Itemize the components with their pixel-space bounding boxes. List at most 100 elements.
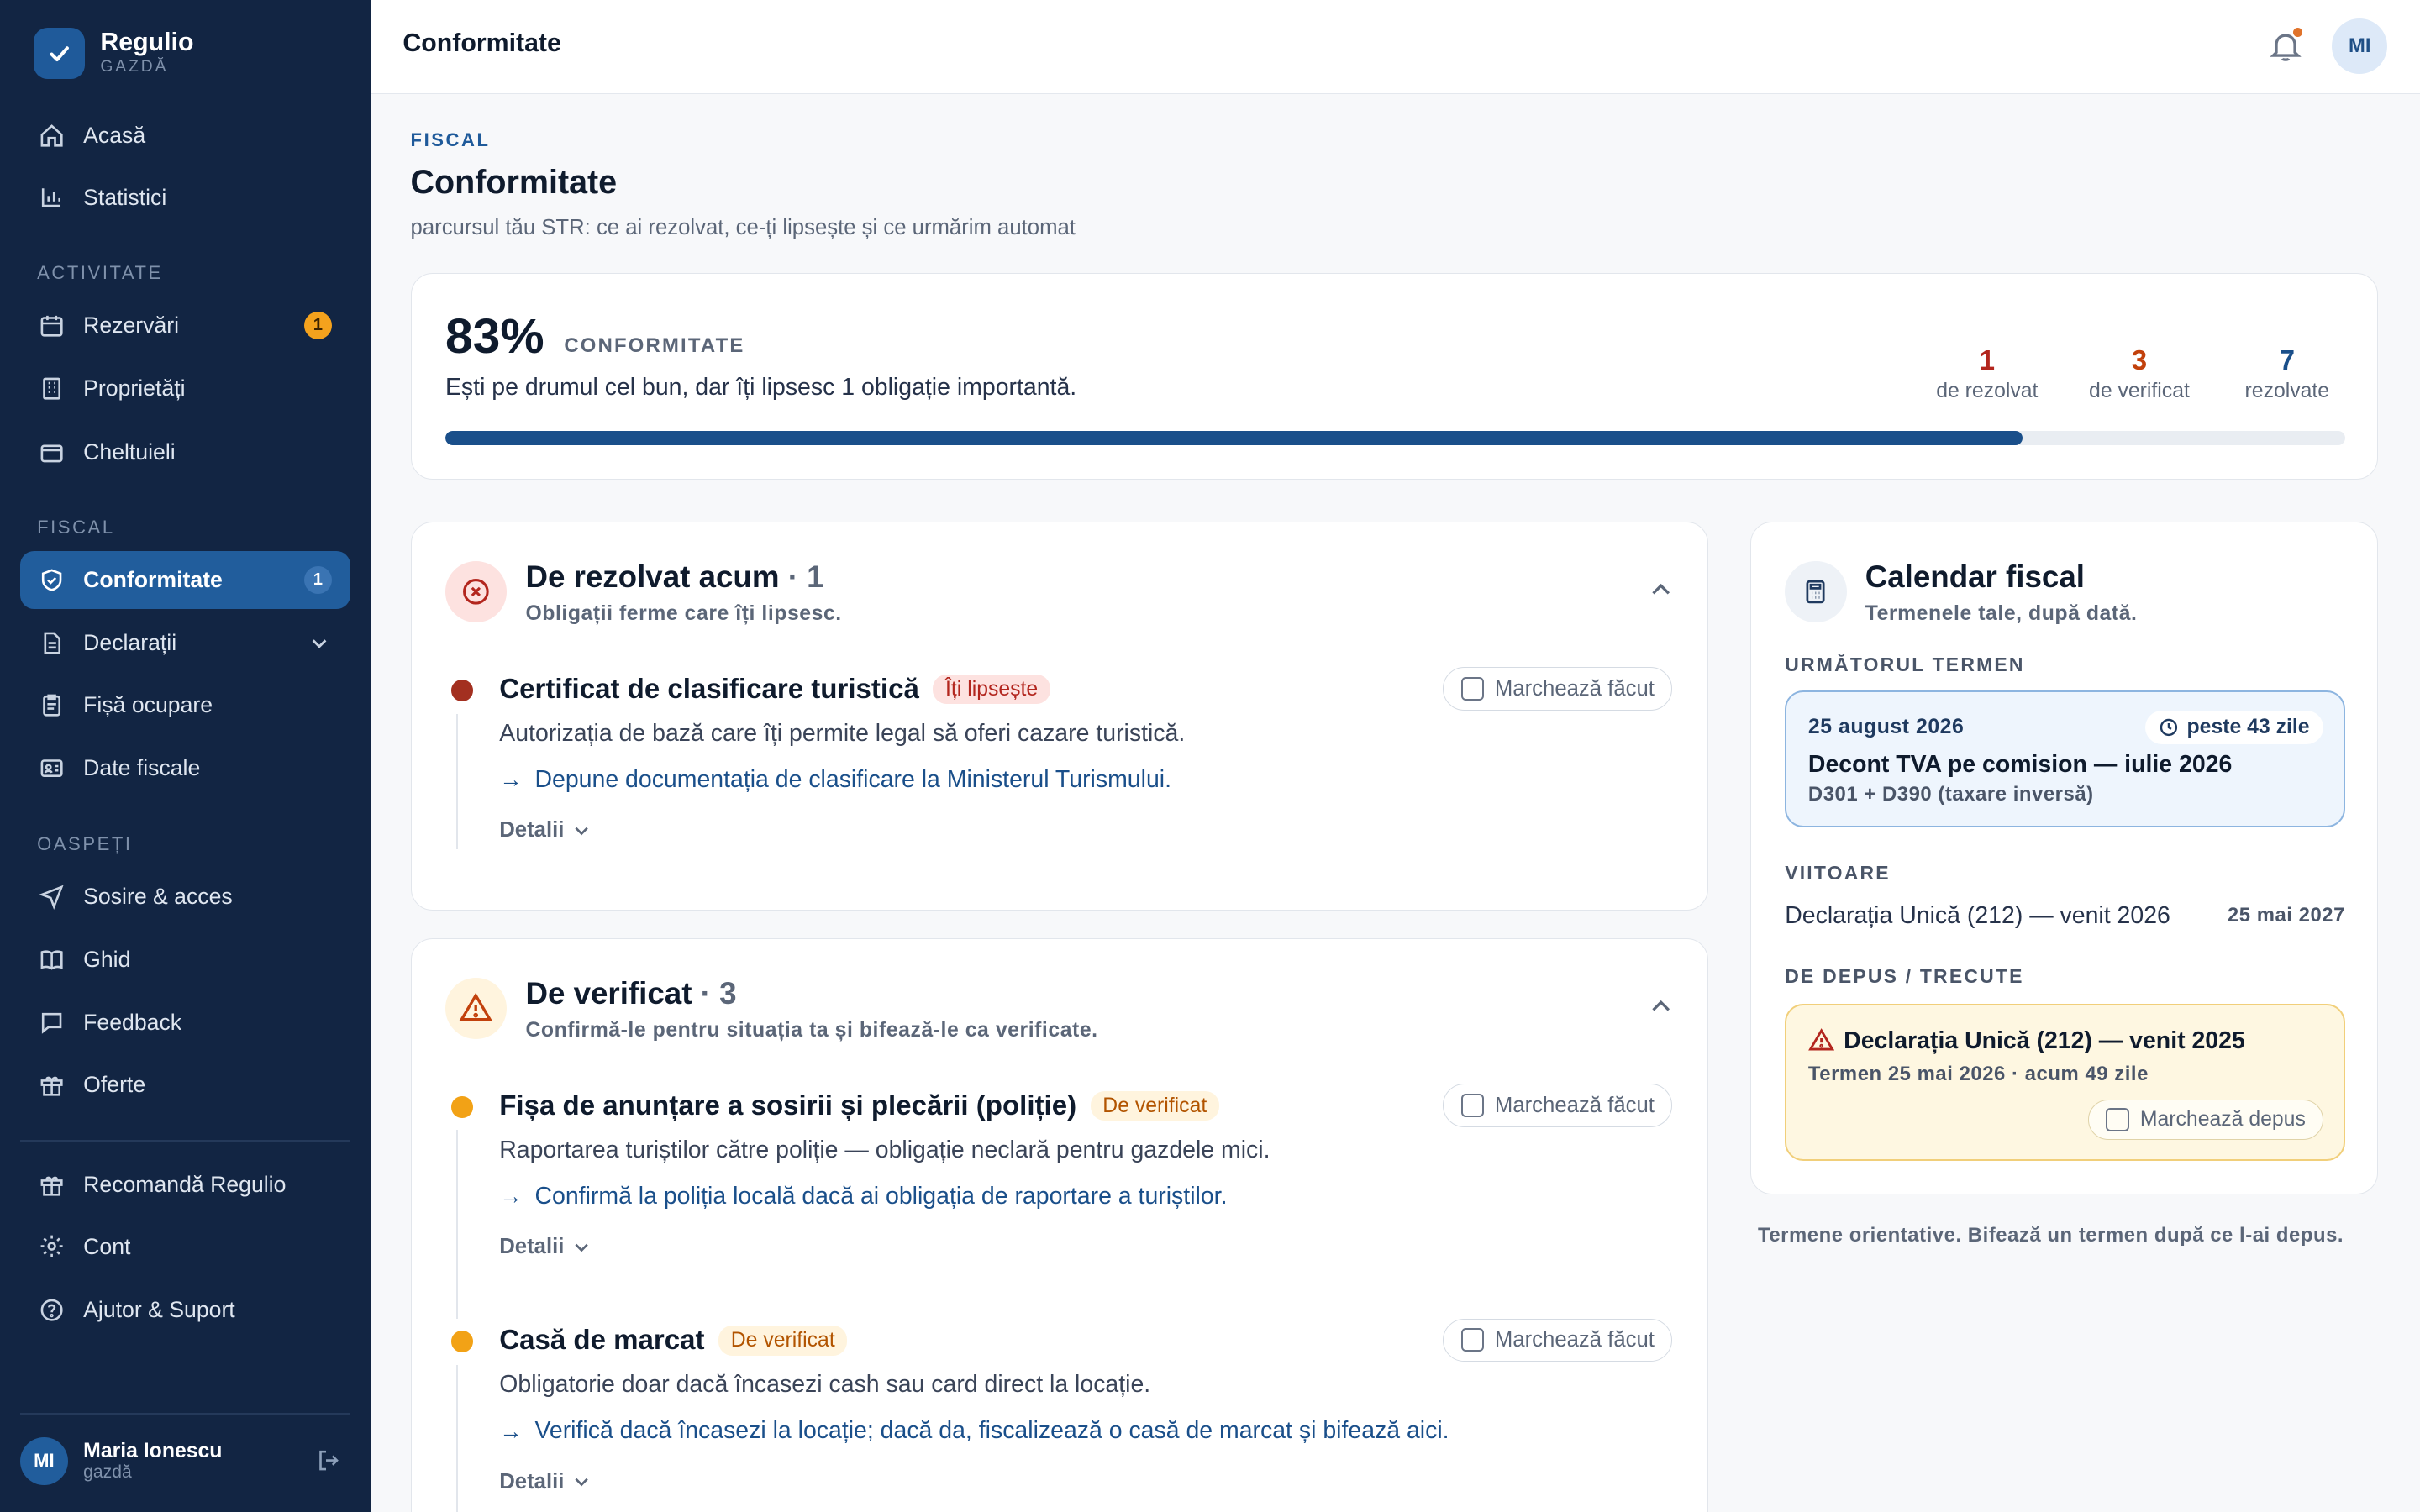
chart-icon bbox=[39, 184, 65, 210]
sidebar-item-label: Feedback bbox=[83, 1010, 182, 1036]
item-description: Obligatorie doar dacă încasezi cash sau … bbox=[499, 1370, 1151, 1398]
status-badge: De verificat bbox=[718, 1326, 848, 1356]
sidebar-item-label: Statistici bbox=[83, 184, 167, 210]
chevron-up-icon[interactable] bbox=[1649, 995, 1673, 1026]
next-deadline-card[interactable]: 25 august 2026 peste 43 zile Decont TVA … bbox=[1785, 690, 2345, 828]
brand[interactable]: Regulio GAZDĂ bbox=[34, 28, 193, 79]
brand-name: Regulio bbox=[100, 28, 194, 56]
score-message: Ești pe drumul cel bun, dar îți lipsesc … bbox=[445, 374, 1077, 402]
stat-to-verify: 3 de verificat bbox=[2089, 345, 2190, 404]
sidebar-item-fisa-ocupare[interactable]: Fișă ocupare bbox=[20, 675, 350, 734]
group-title: De verificat · 3 bbox=[525, 976, 736, 1011]
details-toggle[interactable]: Detalii bbox=[499, 1470, 590, 1494]
arrow-right-icon: → bbox=[499, 1183, 523, 1210]
item-action-link[interactable]: → Depune documentația de clasificare la … bbox=[499, 766, 1171, 794]
sidebar-item-label: Cont bbox=[83, 1233, 131, 1259]
item-title-text: Certificat de clasificare turistică bbox=[499, 673, 919, 705]
shield-icon bbox=[39, 567, 65, 593]
checkbox[interactable] bbox=[1460, 1094, 1485, 1117]
status-dot bbox=[451, 1096, 473, 1118]
topbar: Conformitate MI bbox=[370, 0, 2420, 95]
item-action-link[interactable]: → Confirmă la poliția locală dacă ai obl… bbox=[499, 1183, 1227, 1210]
sidebar-divider bbox=[19, 1140, 350, 1142]
item-title: Casă de marcat De verificat bbox=[499, 1325, 848, 1357]
sidebar-item-label: Ghid bbox=[83, 946, 131, 972]
chevron-up-icon[interactable] bbox=[1649, 578, 1673, 609]
sidebar-item-ghid[interactable]: Ghid bbox=[20, 931, 350, 990]
sidebar-item-label: Cheltuieli bbox=[83, 438, 176, 465]
sidebar-item-sosire-acces[interactable]: Sosire & acces bbox=[20, 867, 350, 926]
status-badge: De verificat bbox=[1090, 1091, 1219, 1121]
id-card-icon bbox=[39, 755, 65, 781]
item-description: Raportarea turiștilor către poliție — ob… bbox=[499, 1136, 1270, 1163]
brand-logo-icon bbox=[34, 28, 86, 79]
avatar[interactable]: MI bbox=[2332, 18, 2388, 75]
send-icon bbox=[39, 884, 65, 910]
item-action-text: Verifică dacă încasezi la locație; dacă … bbox=[534, 1417, 1449, 1445]
document-icon bbox=[39, 630, 65, 656]
details-toggle[interactable]: Detalii bbox=[499, 1235, 590, 1259]
topbar-title: Conformitate bbox=[402, 29, 561, 57]
mark-filed-button[interactable]: Marchează depus bbox=[2088, 1099, 2324, 1140]
warning-icon bbox=[1808, 1028, 1835, 1051]
wallet-icon bbox=[39, 439, 65, 465]
checkbox[interactable] bbox=[1460, 1328, 1485, 1352]
page-title: Conformitate bbox=[410, 163, 618, 201]
deadline-subtitle: D301 + D390 (taxare inversă) bbox=[1807, 783, 2094, 806]
future-label: VIITOARE bbox=[1785, 861, 1891, 884]
list-item: Certificat de clasificare turistică Îți … bbox=[445, 667, 1673, 868]
mark-done-button[interactable]: Marchează făcut bbox=[1443, 667, 1673, 711]
countdown-text: peste 43 zile bbox=[2186, 716, 2310, 739]
sidebar-item-statistici[interactable]: Statistici bbox=[20, 168, 350, 227]
stat-to-resolve: 1 de rezolvat bbox=[1936, 345, 2038, 404]
countdown-badge: peste 43 zile bbox=[2144, 711, 2324, 745]
sidebar-item-recomanda[interactable]: Recomandă Regulio bbox=[20, 1156, 350, 1215]
mark-done-button[interactable]: Marchează făcut bbox=[1443, 1084, 1673, 1127]
gift-icon bbox=[39, 1072, 65, 1098]
sidebar-item-ajutor[interactable]: Ajutor & Suport bbox=[20, 1280, 350, 1339]
mark-done-label: Marchează făcut bbox=[1494, 1327, 1655, 1352]
chevron-down-icon bbox=[575, 1478, 589, 1487]
sidebar-item-cont[interactable]: Cont bbox=[20, 1217, 350, 1276]
chat-icon bbox=[39, 1010, 65, 1036]
sidebar-item-label: Conformitate bbox=[83, 567, 223, 593]
stat-number: 7 bbox=[2279, 344, 2295, 376]
mark-done-label: Marchează făcut bbox=[1494, 676, 1655, 701]
stat-number: 3 bbox=[2131, 344, 2148, 376]
notification-badge: 1 bbox=[303, 312, 332, 340]
user-profile[interactable]: MI Maria Ionescu gazdă bbox=[19, 1435, 350, 1487]
item-action-link[interactable]: → Verifică dacă încasezi la locație; dac… bbox=[499, 1417, 1449, 1445]
mark-filed-label: Marchează depus bbox=[2139, 1107, 2306, 1131]
progress-fill bbox=[445, 431, 2023, 445]
future-deadline-row[interactable]: Declarația Unică (212) — venit 2026 25 m… bbox=[1785, 902, 2345, 930]
gift-icon bbox=[39, 1172, 65, 1198]
deadline-title: Decont TVA pe comision — iulie 2026 bbox=[1807, 750, 2233, 778]
sidebar-item-label: Date fiscale bbox=[83, 755, 201, 781]
mark-done-button[interactable]: Marchează făcut bbox=[1443, 1318, 1673, 1362]
group-count: · 1 bbox=[787, 559, 824, 594]
sidebar-item-declaratii[interactable]: Declarații bbox=[20, 614, 350, 673]
logout-icon[interactable] bbox=[315, 1447, 341, 1480]
overdue-subtitle: Termen 25 mai 2026 · acum 49 zile bbox=[1807, 1062, 2149, 1085]
details-label: Detalii bbox=[499, 1235, 565, 1259]
checkbox[interactable] bbox=[2106, 1107, 2130, 1131]
checkbox[interactable] bbox=[1460, 677, 1485, 701]
details-toggle[interactable]: Detalii bbox=[499, 818, 590, 843]
sidebar-item-date-fiscale[interactable]: Date fiscale bbox=[20, 739, 350, 798]
status-dot bbox=[451, 680, 473, 701]
sidebar-item-oferte[interactable]: Oferte bbox=[20, 1055, 350, 1114]
section-oaspeti: OASPEȚI bbox=[37, 832, 133, 854]
sidebar-item-label: Recomandă Regulio bbox=[83, 1172, 287, 1198]
sidebar-item-proprietati[interactable]: Proprietăți bbox=[20, 360, 350, 418]
sidebar-item-acasa[interactable]: Acasă bbox=[20, 107, 350, 165]
sidebar-item-rezervari[interactable]: Rezervări 1 bbox=[20, 297, 350, 355]
calendar-note: Termene orientative. Bifează un termen d… bbox=[1758, 1223, 2344, 1247]
sidebar-item-feedback[interactable]: Feedback bbox=[20, 994, 350, 1053]
stat-label: de rezolvat bbox=[1936, 380, 2039, 403]
sidebar-item-conformitate[interactable]: Conformitate 1 bbox=[19, 550, 350, 610]
sidebar-item-cheltuieli[interactable]: Cheltuieli bbox=[20, 423, 350, 481]
to-verify-card: De verificat · 3 Confirmă-le pentru situ… bbox=[410, 937, 1709, 1512]
list-item: Fișa de anunțare a sosirii și plecării (… bbox=[445, 1084, 1673, 1319]
bell-icon[interactable] bbox=[2267, 28, 2304, 65]
mark-done-label: Marchează făcut bbox=[1494, 1093, 1655, 1117]
